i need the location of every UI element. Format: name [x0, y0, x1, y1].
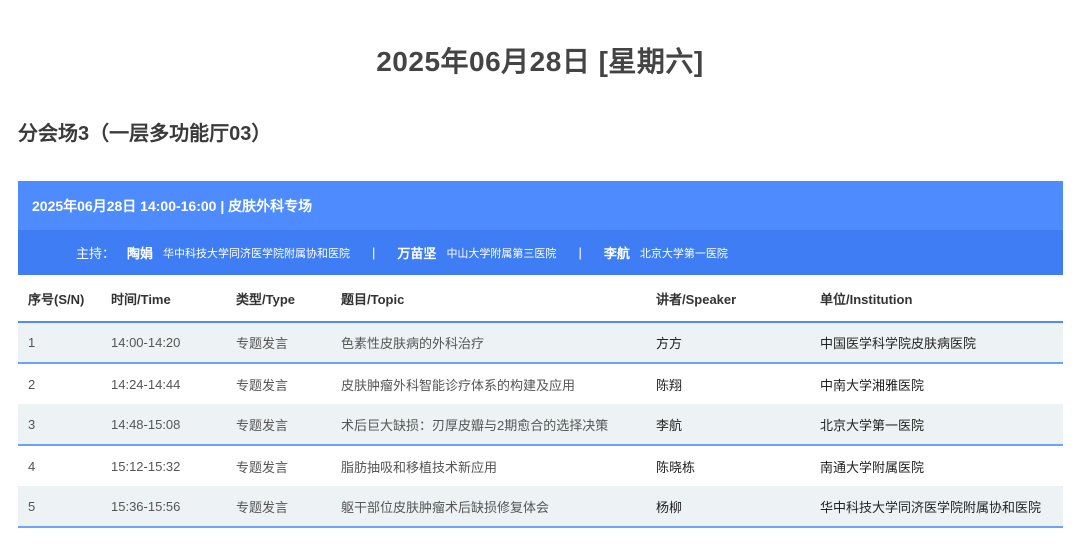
- cell-sn: 1: [28, 335, 36, 350]
- table-row: 4 15:12-15:32 专题发言 脂肪抽吸和移植技术新应用 陈晓栋 南通大学…: [18, 445, 1063, 486]
- host-name: 万苗坚: [397, 246, 437, 261]
- table-row: 5 15:36-15:56 专题发言 躯干部位皮肤肿瘤术后缺损修复体会 杨柳 华…: [18, 486, 1063, 527]
- column-header-sn: 序号(S/N): [18, 275, 111, 323]
- session-header-text: 2025年06月28日 14:00-16:00 | 皮肤外科专场: [32, 197, 313, 214]
- venue-title: 分会场3（一层多功能厅03）: [18, 123, 272, 145]
- cell-type: 专题发言: [236, 499, 289, 515]
- cell-institution: 华中科技大学同济医学院附属协和医院: [820, 499, 1042, 515]
- cell-sn: 2: [28, 376, 36, 392]
- session-block: 2025年06月28日 14:00-16:00 | 皮肤外科专场 主持： 陶娟 …: [18, 181, 1063, 528]
- cell-type: 专题发言: [236, 459, 289, 475]
- host-name: 陶娟: [127, 246, 154, 261]
- table-row: 1 14:00-14:20 专题发言 色素性皮肤病的外科治疗 方方 中国医学科学…: [18, 322, 1063, 363]
- column-header-institution: 单位/Institution: [816, 275, 1063, 323]
- cell-time: 15:36-15:56: [111, 498, 181, 514]
- cell-sn: 4: [28, 458, 36, 474]
- cell-time: 15:12-15:32: [111, 458, 181, 474]
- host-institution: 中山大学附属第三医院: [446, 247, 557, 260]
- column-header-speaker: 讲者/Speaker: [654, 275, 816, 323]
- host-institution: 华中科技大学同济医学院附属协和医院: [163, 247, 351, 260]
- date-title: 2025年06月28日 [星期六]: [376, 46, 704, 77]
- cell-topic: 术后巨大缺损：刃厚皮瓣与2期愈合的选择决策: [341, 417, 609, 433]
- column-header-type: 类型/Type: [236, 275, 341, 323]
- cell-speaker: 方方: [656, 336, 683, 351]
- host-institution: 北京大学第一医院: [639, 247, 728, 260]
- cell-topic: 色素性皮肤病的外科治疗: [341, 336, 485, 351]
- cell-sn: 5: [28, 498, 36, 514]
- cell-institution: 南通大学附属医院: [820, 459, 925, 475]
- host-separator: |: [578, 245, 582, 260]
- table-header-row: 序号(S/N) 时间/Time 类型/Type 题目/Topic 讲者/Spea…: [18, 275, 1063, 323]
- cell-speaker: 杨柳: [656, 499, 683, 515]
- cell-sn: 3: [28, 416, 36, 432]
- cell-time: 14:24-14:44: [111, 376, 181, 392]
- cell-time: 14:00-14:20: [111, 335, 181, 350]
- cell-speaker: 陈晓栋: [656, 459, 696, 475]
- host-name: 李航: [603, 246, 630, 261]
- cell-institution: 北京大学第一医院: [820, 417, 925, 433]
- schedule-table: 序号(S/N) 时间/Time 类型/Type 题目/Topic 讲者/Spea…: [18, 275, 1063, 528]
- hosts-bar: 主持： 陶娟 华中科技大学同济医学院附属协和医院 | 万苗坚 中山大学附属第三医…: [18, 230, 1063, 275]
- column-header-time: 时间/Time: [111, 275, 236, 323]
- session-header: 2025年06月28日 14:00-16:00 | 皮肤外科专场: [18, 181, 1063, 230]
- cell-institution: 中国医学科学院皮肤病医院: [820, 336, 977, 351]
- host-label: 主持：: [76, 246, 116, 261]
- table-row: 2 14:24-14:44 专题发言 皮肤肿瘤外科智能诊疗体系的构建及应用 陈翔…: [18, 363, 1063, 404]
- cell-topic: 皮肤肿瘤外科智能诊疗体系的构建及应用: [341, 377, 576, 393]
- cell-topic: 躯干部位皮肤肿瘤术后缺损修复体会: [341, 499, 550, 515]
- cell-type: 专题发言: [236, 417, 289, 433]
- cell-type: 专题发言: [236, 336, 289, 351]
- host-separator: |: [372, 245, 376, 260]
- cell-type: 专题发言: [236, 377, 289, 393]
- cell-speaker: 李航: [656, 417, 683, 433]
- cell-speaker: 陈翔: [656, 377, 683, 393]
- table-row: 3 14:48-15:08 专题发言 术后巨大缺损：刃厚皮瓣与2期愈合的选择决策…: [18, 404, 1063, 445]
- column-header-topic: 题目/Topic: [341, 275, 654, 323]
- cell-topic: 脂肪抽吸和移植技术新应用: [341, 459, 498, 475]
- cell-time: 14:48-15:08: [111, 416, 181, 432]
- cell-institution: 中南大学湘雅医院: [820, 377, 925, 393]
